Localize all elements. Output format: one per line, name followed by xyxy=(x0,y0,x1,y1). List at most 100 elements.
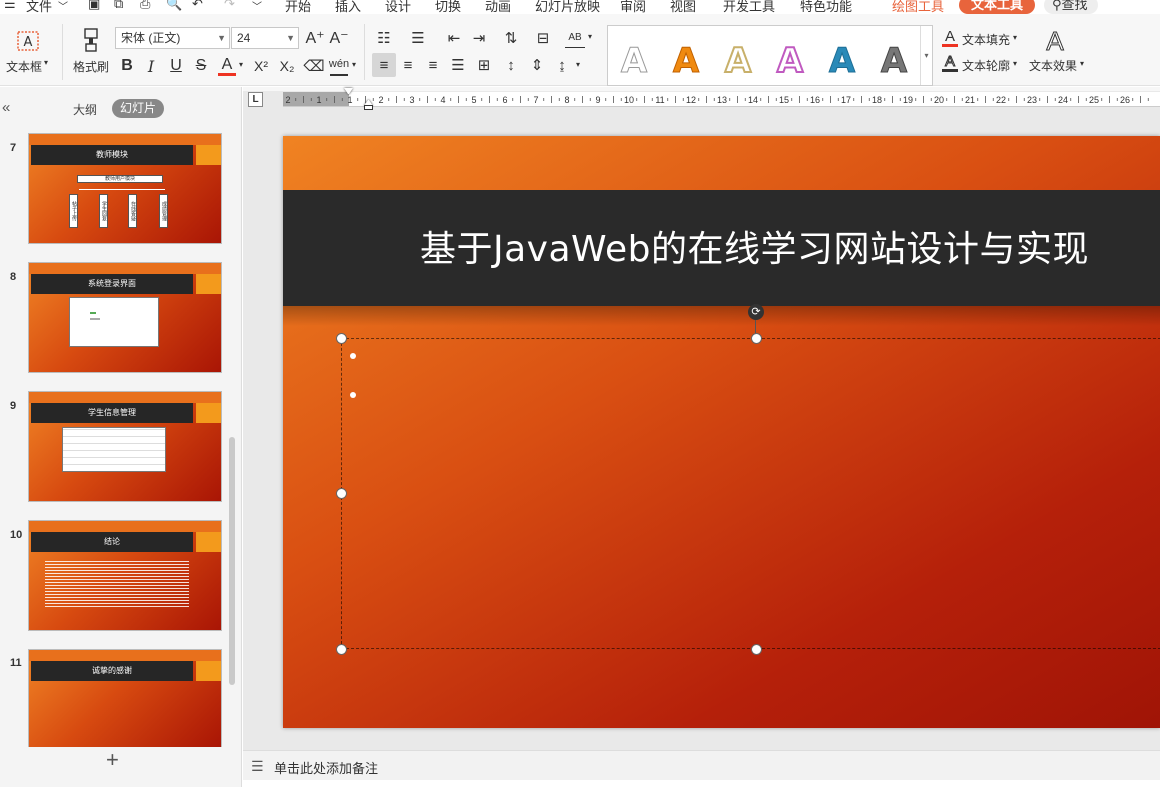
tab-stop-selector[interactable]: L xyxy=(248,92,263,107)
text-fill-label[interactable]: 文本填充 xyxy=(962,31,1010,48)
gallery-more-icon[interactable]: ▾ xyxy=(920,26,932,85)
shrink-font-icon[interactable]: A⁻ xyxy=(329,28,348,48)
quick-access-chevron-icon[interactable]: ﹀ xyxy=(252,0,262,13)
slide-thumbnail-9[interactable]: 学生信息管理 xyxy=(28,391,222,502)
pinyin-guide-button[interactable]: wén xyxy=(329,54,349,76)
notes-pane[interactable]: ☰ 单击此处添加备注 xyxy=(243,750,1160,780)
bullet-list-icon[interactable]: ☷ xyxy=(374,28,394,48)
undo-icon[interactable]: ↶ xyxy=(192,0,203,12)
tab-design[interactable]: 设计 xyxy=(385,0,411,14)
bold-button[interactable]: B xyxy=(118,56,136,76)
resize-handle-bottom-left[interactable] xyxy=(336,644,347,655)
align-right-button[interactable]: ≡ xyxy=(422,54,444,76)
horizontal-ruler[interactable]: 2 1 1 2 3 4 5 6 7 8 9 10 11 12 13 14 15 16 17 18 19 20 21 22 23 2… xyxy=(283,92,1160,107)
clear-format-icon[interactable]: ⌫ xyxy=(303,56,324,76)
save-icon[interactable]: ▣ xyxy=(88,0,100,12)
paragraph-spacing-icon[interactable]: ⇕ xyxy=(526,54,548,76)
tab-text-tools[interactable]: 文本工具 xyxy=(959,0,1036,14)
tab-insert[interactable]: 插入 xyxy=(335,0,361,14)
justify-button[interactable]: ☰ xyxy=(447,54,469,76)
tab-view[interactable]: 视图 xyxy=(670,0,696,14)
slide-thumbnail-7[interactable]: 教师模块 教师用户模块 帖子上传 学生回复 在线答疑 成绩管理 xyxy=(28,133,222,244)
text-style-gold-outline[interactable]: A xyxy=(718,40,758,82)
align-center-button[interactable]: ≡ xyxy=(397,54,419,76)
text-style-gray[interactable]: A xyxy=(874,40,914,82)
slide-thumbnail-10[interactable]: 结论 xyxy=(28,520,222,631)
resize-handle-left[interactable] xyxy=(336,488,347,499)
text-direction-icon[interactable]: ⇅ xyxy=(500,28,522,48)
format-painter-icon[interactable] xyxy=(78,26,104,54)
tab-review[interactable]: 审阅 xyxy=(620,0,646,14)
search-button[interactable]: ⚲查找 xyxy=(1044,0,1098,14)
file-menu[interactable]: 文件 xyxy=(26,0,52,14)
distributed-align-button[interactable]: ⊞ xyxy=(473,54,495,76)
textbox-icon[interactable]: A xyxy=(14,28,42,54)
slide-title[interactable]: 基于JavaWeb的在线学习网站设计与实现 xyxy=(420,220,1089,272)
tab-animations[interactable]: 动画 xyxy=(485,0,511,14)
text-fill-icon[interactable]: A xyxy=(942,29,958,47)
collapse-panel-icon[interactable]: « xyxy=(2,99,10,116)
resize-handle-top-left[interactable] xyxy=(336,333,347,344)
increase-indent-icon[interactable]: ⇥ xyxy=(469,28,489,48)
grow-font-icon[interactable]: A⁺ xyxy=(305,28,324,48)
export-icon[interactable]: ⧉ xyxy=(114,0,123,12)
tab-slideshow[interactable]: 幻灯片放映 xyxy=(535,0,600,14)
text-style-blue[interactable]: A xyxy=(822,40,862,82)
text-effects-icon[interactable]: A xyxy=(1042,25,1068,56)
align-left-button[interactable]: ≡ xyxy=(372,53,396,77)
subscript-button[interactable]: X₂ xyxy=(276,56,298,76)
tab-outline[interactable]: 大纲 xyxy=(73,101,97,118)
first-line-indent-marker[interactable] xyxy=(344,88,353,94)
print-icon[interactable]: ⎙ xyxy=(140,0,150,12)
spacing-dropdown-icon[interactable]: ▾ xyxy=(574,60,582,69)
text-style-white[interactable]: A xyxy=(614,40,654,82)
strikethrough-button[interactable]: S xyxy=(192,56,210,76)
font-name-select[interactable]: 宋体 (正文) ▼ xyxy=(115,27,230,49)
slide-thumbnail-11[interactable]: 诚挚的感谢 xyxy=(28,649,222,747)
character-spacing-icon[interactable]: AB xyxy=(565,28,585,48)
slide-thumbnail-8[interactable]: 系统登录界面 xyxy=(28,262,222,373)
pinyin-dropdown-icon[interactable]: ▾ xyxy=(350,60,358,69)
underline-button[interactable]: U xyxy=(167,56,185,76)
panel-scrollbar[interactable] xyxy=(229,437,235,685)
text-outline-icon[interactable]: A xyxy=(942,53,958,72)
textbox-dropdown-icon[interactable]: ▾ xyxy=(44,58,48,67)
left-indent-marker[interactable] xyxy=(364,105,373,110)
tab-developer[interactable]: 开发工具 xyxy=(723,0,775,14)
line-spacing-icon[interactable]: ↕ xyxy=(500,54,522,76)
numbered-list-icon[interactable]: ☰ xyxy=(408,28,428,48)
text-outline-dropdown-icon[interactable]: ▾ xyxy=(1013,59,1017,68)
font-size-select[interactable]: 24 ▼ xyxy=(231,27,299,49)
hamburger-icon[interactable]: ☰ xyxy=(4,0,16,12)
text-style-orange[interactable]: A xyxy=(666,40,706,82)
file-menu-chevron-icon[interactable]: ﹀ xyxy=(58,0,68,13)
resize-handle-top[interactable] xyxy=(751,333,762,344)
resize-handle-bottom[interactable] xyxy=(751,644,762,655)
decrease-indent-icon[interactable]: ⇤ xyxy=(444,28,464,48)
textbox-label[interactable]: 文本框 xyxy=(6,58,42,75)
text-effects-label[interactable]: 文本效果 xyxy=(1029,57,1077,74)
spacing-options-icon[interactable]: ↨ xyxy=(551,54,573,76)
rotate-handle-icon[interactable]: ⟳ xyxy=(748,304,764,320)
tab-drawing-tools[interactable]: 绘图工具 xyxy=(892,0,944,14)
font-color-dropdown-icon[interactable]: ▾ xyxy=(237,60,245,69)
tab-transitions[interactable]: 切换 xyxy=(435,0,461,14)
tab-slides[interactable]: 幻灯片 xyxy=(112,99,165,118)
text-style-purple-outline[interactable]: A xyxy=(770,40,810,82)
text-effects-dropdown-icon[interactable]: ▾ xyxy=(1080,59,1084,68)
text-outline-label[interactable]: 文本轮廓 xyxy=(962,57,1010,74)
font-color-button[interactable]: A xyxy=(218,56,236,76)
print-preview-icon[interactable]: 🔍 xyxy=(166,0,182,12)
selected-textbox[interactable] xyxy=(341,338,1160,649)
add-slide-button[interactable]: + xyxy=(106,749,119,771)
notes-placeholder[interactable]: 单击此处添加备注 xyxy=(274,758,378,777)
text-fill-dropdown-icon[interactable]: ▾ xyxy=(1013,33,1017,42)
redo-icon[interactable]: ↷ xyxy=(224,0,235,12)
superscript-button[interactable]: X² xyxy=(250,56,272,76)
align-text-icon[interactable]: ⊟ xyxy=(532,28,554,48)
italic-button[interactable]: I xyxy=(142,56,160,76)
format-painter-label[interactable]: 格式刷 xyxy=(73,58,109,75)
char-spacing-dropdown-icon[interactable]: ▾ xyxy=(586,32,594,41)
tab-features[interactable]: 特色功能 xyxy=(800,0,852,14)
tab-home[interactable]: 开始 xyxy=(285,0,311,14)
